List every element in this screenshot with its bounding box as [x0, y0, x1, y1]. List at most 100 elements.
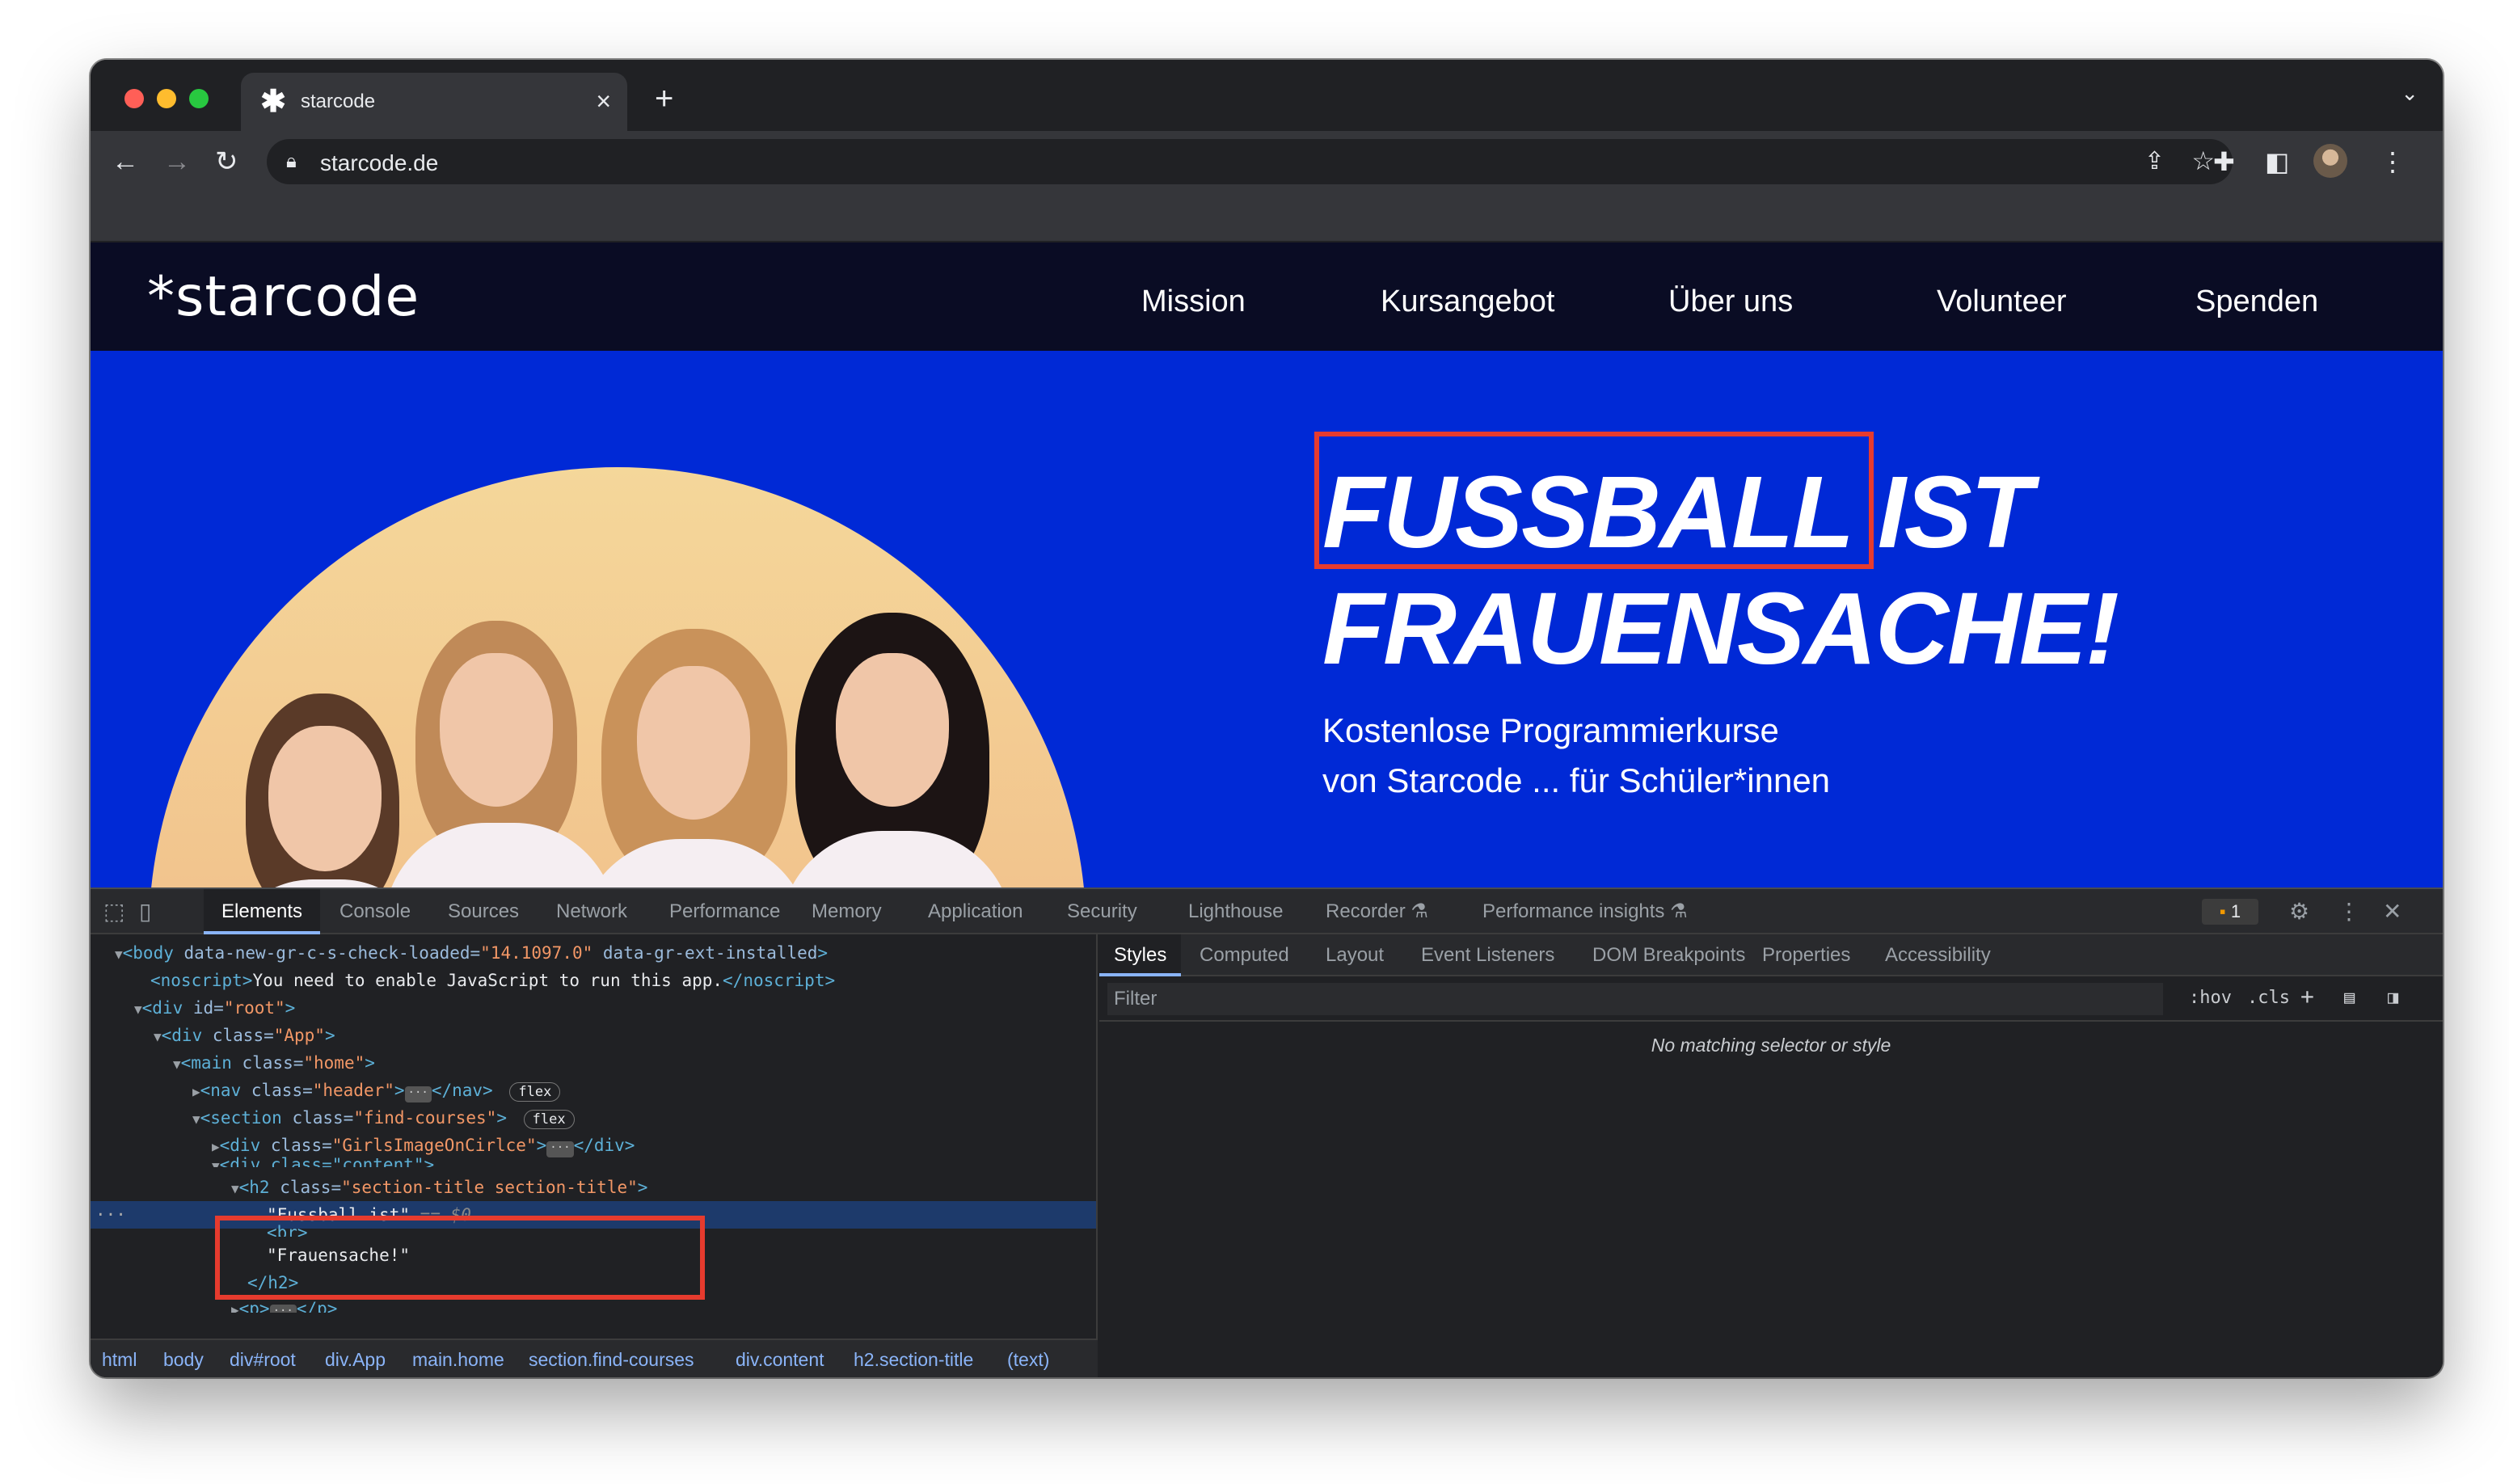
dom-node-h2[interactable]: ▼<h2 class="section-title section-title"… — [91, 1174, 1096, 1201]
settings-icon[interactable]: ⚙ — [2289, 897, 2309, 926]
collapse-triangle-icon[interactable]: ▶ — [192, 1084, 200, 1099]
ellipsis-icon[interactable]: ··· — [404, 1086, 432, 1102]
styles-filter-input[interactable]: Filter — [1107, 983, 2163, 1015]
expand-triangle-icon[interactable]: ▼ — [115, 946, 123, 962]
browser-tab[interactable]: ✱ starcode × — [241, 73, 627, 131]
tab-search-chevron-icon[interactable]: ⌄ — [2401, 81, 2418, 106]
menu-icon[interactable]: ⋮ — [2380, 145, 2406, 178]
browser-toolbar: ← → ↻ 🔒︎ starcode.de ⇪ ☆ ✚ ◧ ⋮ — [91, 131, 2443, 192]
nav-link-mission[interactable]: Mission — [1141, 285, 1246, 319]
expand-triangle-icon[interactable]: ▼ — [231, 1181, 239, 1196]
styles-tab-layout[interactable]: Layout — [1311, 934, 1398, 976]
issues-badge[interactable]: ▪ 1 — [2202, 899, 2258, 925]
hov-button[interactable]: :hov — [2189, 988, 2232, 1008]
lock-icon[interactable]: 🔒︎ — [286, 150, 297, 173]
expand-triangle-icon[interactable]: ▼ — [134, 1001, 142, 1017]
dom-tag: > — [637, 1178, 648, 1197]
styles-tab-computed[interactable]: Computed — [1185, 934, 1304, 976]
devtools-tab-sources[interactable]: Sources — [430, 889, 537, 934]
cls-button[interactable]: .cls — [2247, 988, 2290, 1008]
address-bar[interactable]: 🔒︎ starcode.de ⇪ ☆ — [267, 139, 2233, 184]
dom-node-main[interactable]: ▼<main class="home"> — [91, 1049, 1096, 1077]
site-logo[interactable]: *starcode — [147, 265, 420, 329]
close-devtools-icon[interactable]: ✕ — [2383, 897, 2401, 926]
devtools-tab-security[interactable]: Security — [1049, 889, 1155, 934]
url-text[interactable]: starcode.de — [320, 150, 438, 176]
hero-subtitle: Kostenlose Programmierkurse — [1322, 711, 1779, 749]
devtools-tab-lighthouse[interactable]: Lighthouse — [1170, 889, 1301, 934]
expand-triangle-icon[interactable]: ▼ — [173, 1056, 181, 1072]
breadcrumb-item[interactable]: body — [163, 1340, 204, 1377]
dom-node-content[interactable]: ▼<div class="content"> — [91, 1151, 1096, 1167]
star-icon[interactable]: ☆ — [2191, 145, 2215, 176]
no-match-message: No matching selector or style — [1651, 1035, 1891, 1056]
paint-icon[interactable]: ▤ — [2344, 988, 2355, 1008]
toggle-sidebar-icon[interactable]: ◨ — [2388, 988, 2398, 1008]
dom-tag: <div — [141, 998, 183, 1018]
profile-avatar[interactable] — [2313, 144, 2347, 178]
dom-attr: data-new-gr-c-s-check-loaded= — [183, 943, 481, 963]
styles-tab-dom-breakpoints[interactable]: DOM Breakpoints — [1578, 934, 1760, 976]
new-tab-button[interactable]: + — [655, 82, 673, 115]
collapse-triangle-icon[interactable]: ▶ — [231, 1302, 239, 1313]
dom-node-app[interactable]: ▼<div class="App"> — [91, 1022, 1096, 1049]
close-window-button[interactable] — [124, 89, 144, 108]
breadcrumb-item[interactable]: div.content — [736, 1340, 824, 1377]
styles-tab-styles[interactable]: Styles — [1099, 934, 1182, 976]
breadcrumb-item[interactable]: (text) — [1007, 1340, 1049, 1377]
nav-link-volunteer[interactable]: Volunteer — [1937, 285, 2067, 319]
ellipsis-icon[interactable]: ··· — [269, 1305, 297, 1313]
dom-tag: > — [394, 1081, 405, 1100]
minimize-window-button[interactable] — [157, 89, 176, 108]
dom-node-nav[interactable]: ▶<nav class="header"> ··· </nav> flex — [91, 1077, 1096, 1104]
forward-icon[interactable]: → — [163, 145, 191, 178]
devtools-tab-console[interactable]: Console — [322, 889, 428, 934]
breadcrumb-item[interactable]: h2.section-title — [854, 1340, 973, 1377]
expand-triangle-icon[interactable]: ▼ — [154, 1029, 162, 1044]
dom-tag: </nav> — [431, 1081, 493, 1100]
close-icon[interactable]: × — [596, 87, 611, 115]
flask-icon: ⚗ — [1670, 900, 1688, 922]
devtools-tab-network[interactable]: Network — [538, 889, 645, 934]
styles-tab-properties[interactable]: Properties — [1748, 934, 1865, 976]
device-icon[interactable]: ▯ — [139, 897, 151, 926]
breadcrumb-item[interactable]: html — [102, 1340, 137, 1377]
dom-node-root[interactable]: ▼<div id="root"> — [91, 994, 1096, 1022]
styles-tab-accessibility[interactable]: Accessibility — [1870, 934, 2005, 976]
inspect-icon[interactable]: ⬚ — [103, 897, 124, 926]
devtools-tab-memory[interactable]: Memory — [794, 889, 900, 934]
back-icon[interactable]: ← — [112, 145, 139, 178]
devtools-tab-application[interactable]: Application — [910, 889, 1040, 934]
dom-attr-value: "App" — [273, 1026, 325, 1045]
devtools-tab-performance[interactable]: Performance — [651, 889, 798, 934]
styles-tab-event-listeners[interactable]: Event Listeners — [1406, 934, 1569, 976]
expand-triangle-icon[interactable]: ▼ — [212, 1158, 220, 1167]
more-options-icon[interactable]: ⋮ — [2338, 897, 2360, 926]
share-icon[interactable]: ⇪ — [2144, 147, 2165, 175]
dom-node-section[interactable]: ▼<section class="find-courses"> flex — [91, 1104, 1096, 1132]
flex-badge[interactable]: flex — [523, 1110, 575, 1129]
breadcrumb-item[interactable]: main.home — [412, 1340, 504, 1377]
tab-strip: ✱ starcode × + ⌄ — [91, 60, 2443, 131]
new-style-rule-icon[interactable]: + — [2300, 983, 2314, 1010]
nav-link-ueber-uns[interactable]: Über uns — [1668, 285, 1793, 319]
side-panel-icon[interactable]: ◧ — [2265, 145, 2289, 178]
breadcrumb-item[interactable]: section.find-courses — [529, 1340, 694, 1377]
reload-icon[interactable]: ↻ — [215, 145, 238, 178]
nav-link-kursangebot[interactable]: Kursangebot — [1381, 285, 1555, 319]
dom-tag: > — [285, 998, 296, 1018]
dom-node-body[interactable]: ▼<body data-new-gr-c-s-check-loaded="14.… — [91, 939, 1096, 967]
devtools-tab-performance-insights[interactable]: Performance insights ⚗ — [1465, 889, 1706, 934]
dom-node-noscript[interactable]: <noscript>You need to enable JavaScript … — [91, 967, 1096, 994]
dom-attr: class= — [242, 1053, 304, 1073]
devtools-tab-elements[interactable]: Elements — [204, 889, 321, 934]
maximize-window-button[interactable] — [189, 89, 209, 108]
extensions-icon[interactable]: ✚ — [2213, 145, 2235, 178]
flex-badge[interactable]: flex — [509, 1082, 561, 1102]
nav-link-spenden[interactable]: Spenden — [2195, 285, 2318, 319]
expand-triangle-icon[interactable]: ▼ — [192, 1111, 200, 1127]
breadcrumb-item[interactable]: div.App — [325, 1340, 386, 1377]
devtools-tab-recorder[interactable]: Recorder ⚗ — [1308, 889, 1446, 934]
breadcrumb-item[interactable]: div#root — [230, 1340, 296, 1377]
dom-attr-value: "14.1097.0" — [480, 943, 593, 963]
